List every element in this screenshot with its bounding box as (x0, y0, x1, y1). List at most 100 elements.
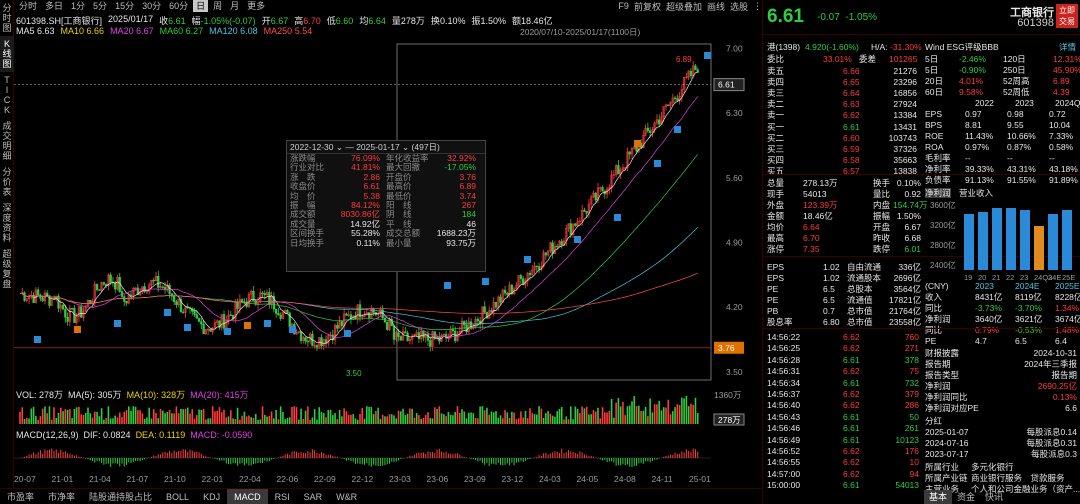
period-10[interactable]: 更多 (244, 0, 268, 12)
period-5[interactable]: 30分 (139, 0, 164, 12)
vol-bar (531, 413, 534, 424)
vol-bar (678, 404, 681, 424)
vol-bar (139, 410, 141, 424)
event-flag[interactable] (704, 52, 711, 59)
period-6[interactable]: 60分 (166, 0, 191, 12)
event-flag[interactable] (482, 278, 489, 285)
period-4[interactable]: 15分 (112, 0, 137, 12)
period-8[interactable]: 周 (210, 0, 225, 12)
candle-body (648, 130, 652, 133)
info-tab-2[interactable]: 快讯 (980, 490, 1008, 504)
event-flag[interactable] (244, 322, 251, 329)
fund-v3: 0.72 (1049, 109, 1066, 119)
fund-label: 毛利率 (925, 153, 951, 163)
profit-tab-active[interactable]: 净利润 (925, 188, 951, 198)
indicator-tab-4[interactable]: KDJ (196, 489, 227, 504)
period-9[interactable]: 月 (227, 0, 242, 12)
vol-bar (121, 417, 123, 424)
indicator-tab-8[interactable]: W&R (329, 489, 364, 504)
info-tab-1[interactable]: 资金 (952, 490, 980, 504)
candle-body (202, 323, 205, 335)
vol-bar (590, 414, 592, 424)
quote-stat-value2: 1.50% (896, 211, 921, 221)
vtab-3[interactable]: 成交明细 (0, 118, 14, 164)
vol-bar (23, 419, 26, 424)
vtab-5[interactable]: 深度资料 (0, 200, 14, 246)
tool-5[interactable]: ⋮ (753, 1, 762, 12)
vtab-6[interactable]: 超级复盘 (0, 246, 14, 292)
vol-bar (379, 419, 382, 424)
vol-bar (196, 415, 198, 424)
indicator-tab-6[interactable]: RSI (268, 489, 297, 504)
candle-body (667, 104, 670, 106)
candle-body (367, 312, 371, 318)
macd-chart[interactable] (14, 428, 762, 474)
tool-2[interactable]: 超级叠加 (666, 0, 702, 13)
tool-0[interactable]: F9 (618, 1, 629, 11)
val-value: 6.80 (823, 317, 840, 327)
candle-body (422, 331, 425, 338)
vol-bar (456, 406, 459, 424)
event-flag[interactable] (34, 336, 41, 343)
div-label: 2025-01-07 (925, 427, 969, 437)
volume-chart[interactable]: 1360万 278万 (14, 386, 762, 426)
tool-1[interactable]: 前复权 (634, 0, 661, 13)
event-flag[interactable] (634, 140, 641, 147)
proj-header: 2024E (1015, 281, 1040, 291)
wind-detail[interactable]: 详情 (1059, 42, 1076, 52)
indicator-tab-3[interactable]: BOLL (159, 489, 196, 504)
indicator-tab-5[interactable]: MACD (227, 488, 268, 504)
indicator-tab-2[interactable]: 陆股通持股占比 (82, 489, 159, 504)
tick-qty: 271 (904, 343, 919, 354)
quote-stat-value2: 0.10% (896, 178, 921, 188)
event-flag[interactable] (444, 282, 451, 289)
event-flag[interactable] (614, 214, 621, 221)
stats-from[interactable]: 2022-12-30 ⌄ (290, 142, 343, 153)
period-1[interactable]: 多日 (42, 0, 66, 12)
vtab-2[interactable]: TICK (0, 72, 14, 118)
event-flag[interactable] (289, 326, 296, 333)
event-flag[interactable] (574, 236, 581, 243)
trade-button[interactable]: 立即交易 (1056, 4, 1078, 28)
vol-bar (638, 405, 640, 424)
period-0[interactable]: 分时 (16, 0, 40, 12)
tool-3[interactable]: 画线 (707, 0, 725, 13)
event-flag[interactable] (114, 320, 121, 327)
event-flag[interactable] (654, 160, 661, 167)
event-flag[interactable] (224, 328, 231, 335)
vol-bar (667, 399, 670, 424)
vol-bar (146, 417, 148, 424)
candle-body (490, 310, 493, 313)
event-flag[interactable] (164, 309, 171, 316)
vol-bar (613, 417, 615, 424)
ask-price: 6.62 (843, 110, 860, 120)
vol-bar (506, 412, 509, 424)
tool-4[interactable]: 选股 (730, 0, 748, 13)
info-tab-0[interactable]: 基本 (924, 490, 953, 504)
tick-time: 14:56:52 (767, 446, 801, 456)
event-flag[interactable] (184, 324, 191, 331)
vtab-4[interactable]: 分价表 (0, 164, 14, 200)
vol-bar (227, 416, 230, 424)
event-flag[interactable] (344, 330, 351, 337)
event-flag[interactable] (74, 326, 81, 333)
vtab-0[interactable]: 分时图 (0, 0, 14, 36)
indicator-tab-1[interactable]: 市净率 (41, 489, 82, 504)
event-flag[interactable] (674, 126, 681, 133)
period-7[interactable]: 日 (193, 0, 209, 12)
period-2[interactable]: 1分 (68, 0, 88, 12)
vol-bar (230, 410, 232, 424)
event-flag[interactable] (264, 320, 271, 327)
profit-tab[interactable]: 营业收入 (959, 188, 993, 198)
candle-body (197, 317, 201, 322)
vol-bar (604, 412, 606, 424)
vtab-1[interactable]: K线图 (0, 36, 14, 72)
vol-bar (325, 417, 327, 424)
vol-bar (617, 398, 620, 424)
indicator-tab-0[interactable]: 市盈率 (0, 489, 41, 504)
weicha-value: 101265 (889, 54, 918, 64)
event-flag[interactable] (524, 256, 531, 263)
period-3[interactable]: 5分 (90, 0, 110, 12)
stats-to[interactable]: 2025-01-17 ⌄ (356, 142, 409, 153)
indicator-tab-7[interactable]: SAR (297, 489, 330, 504)
